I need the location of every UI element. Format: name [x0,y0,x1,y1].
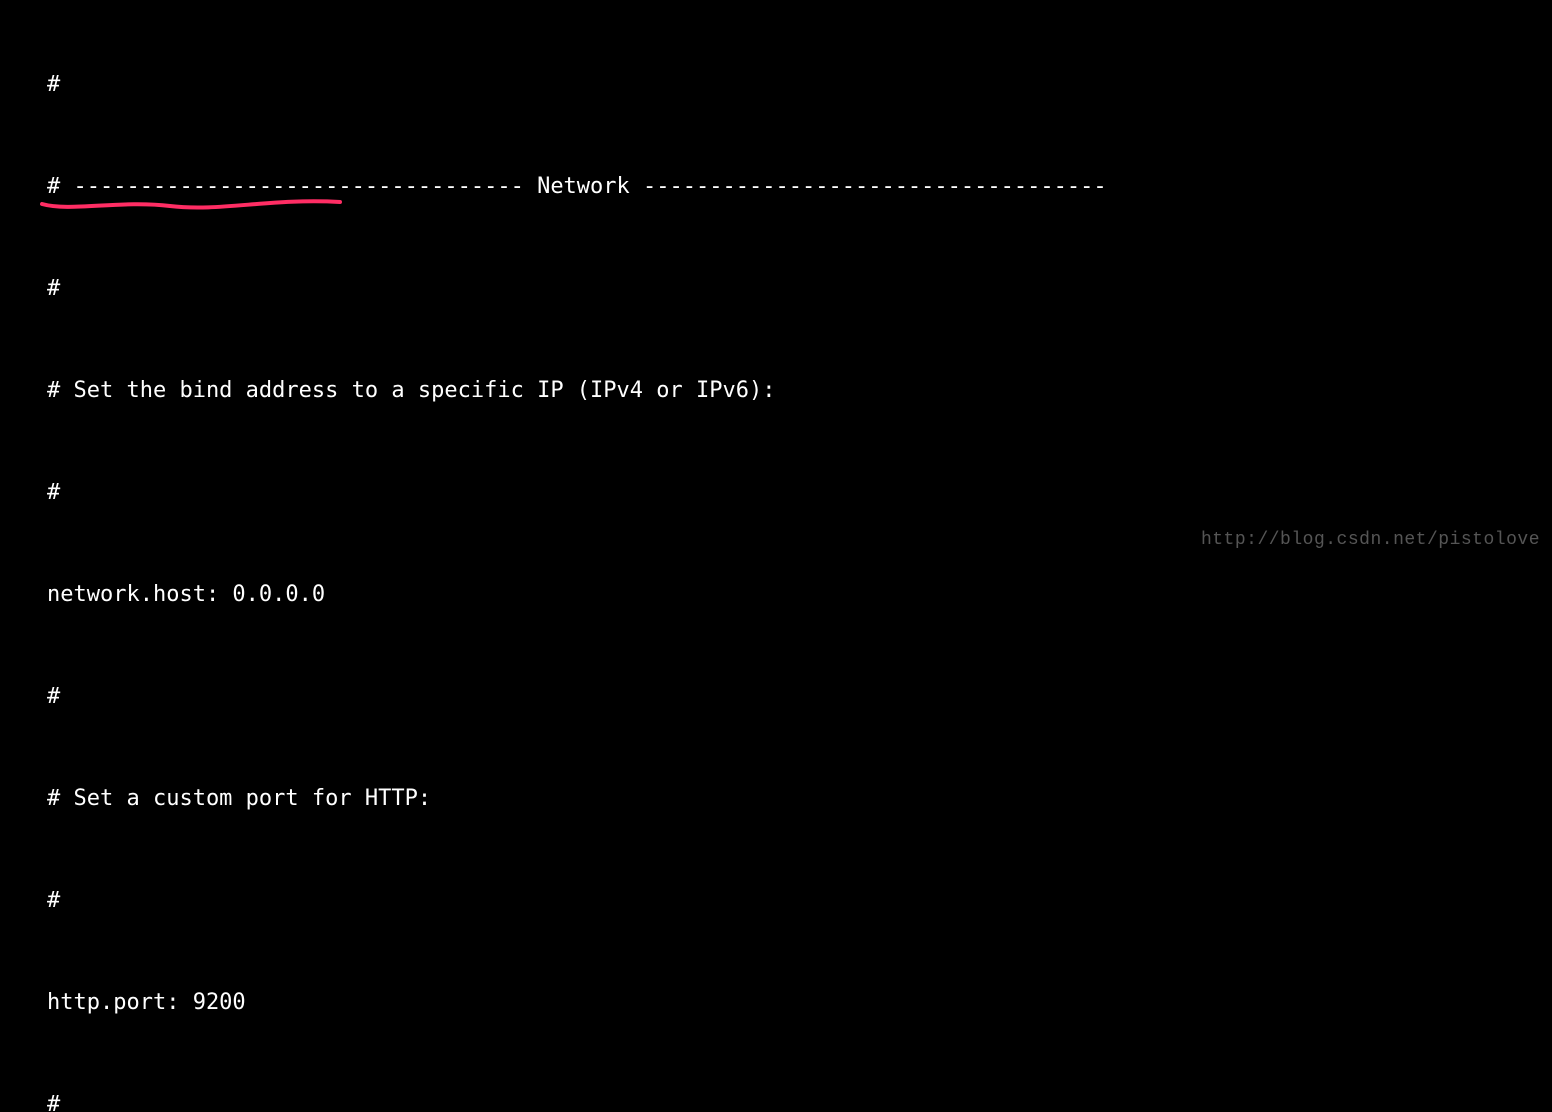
config-line: # [47,476,1199,510]
config-line-network-host: network.host: 0.0.0.0 [47,578,1199,612]
terminal-editor[interactable]: # # ---------------------------------- N… [47,0,1199,1112]
config-line: # [47,680,1199,714]
config-line: # [47,272,1199,306]
watermark-text: http://blog.csdn.net/pistolove [1201,530,1540,550]
config-line: # [47,884,1199,918]
config-line: # Set a custom port for HTTP: [47,782,1199,816]
config-line-http-port: http.port: 9200 [47,986,1199,1020]
config-line: # [47,1088,1199,1112]
config-line: # [47,68,1199,102]
config-line: # ---------------------------------- Net… [47,170,1199,204]
config-line: # Set the bind address to a specific IP … [47,374,1199,408]
